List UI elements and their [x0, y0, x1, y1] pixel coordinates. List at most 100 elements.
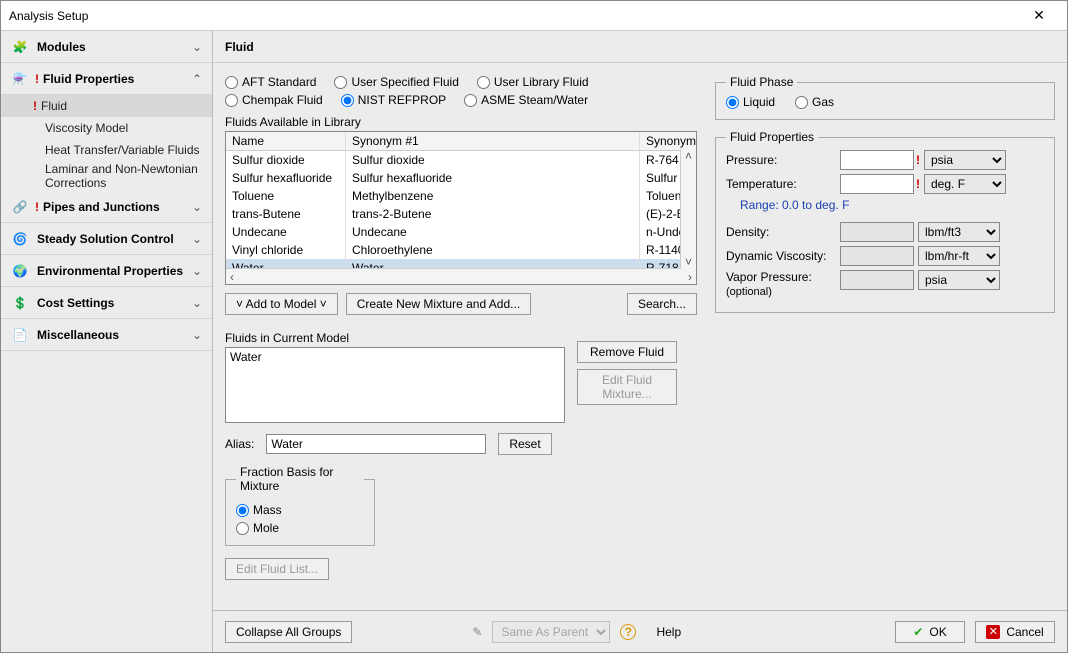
- col-syn2[interactable]: Synonym: [640, 132, 696, 150]
- radio-user-specified[interactable]: User Specified Fluid: [334, 75, 458, 89]
- search-button[interactable]: Search...: [627, 293, 697, 315]
- radio-mass[interactable]: Mass: [236, 503, 282, 517]
- viscosity-label: Dynamic Viscosity:: [726, 249, 836, 263]
- radio-user-library[interactable]: User Library Fluid: [477, 75, 589, 89]
- sidebar-item-fluid[interactable]: ! Fluid: [1, 95, 212, 117]
- col-syn1[interactable]: Synonym #1: [346, 132, 640, 150]
- collapse-all-button[interactable]: Collapse All Groups: [225, 621, 352, 643]
- table-row[interactable]: TolueneMethylbenzeneToluene: [226, 187, 696, 205]
- density-output: [840, 222, 914, 242]
- table-row[interactable]: trans-Butenetrans-2-Butene(E)-2-Bu: [226, 205, 696, 223]
- table-row[interactable]: Sulfur hexafluorideSulfur hexafluorideSu…: [226, 169, 696, 187]
- sidebar-item-heat[interactable]: Heat Transfer/Variable Fluids: [1, 139, 212, 161]
- chevron-up-icon: ⌃: [192, 72, 202, 86]
- globe-icon: 🌍: [11, 262, 29, 280]
- add-to-model-button[interactable]: ˅ Add to Model ˅: [225, 293, 338, 315]
- temperature-unit-select[interactable]: deg. F: [924, 174, 1006, 194]
- remove-fluid-button[interactable]: Remove Fluid: [577, 341, 677, 363]
- radio-label: Chempak Fluid: [242, 93, 323, 107]
- radio-gas[interactable]: Gas: [795, 95, 834, 109]
- col-name[interactable]: Name: [226, 132, 346, 150]
- cost-icon: 💲: [11, 294, 29, 312]
- density-label: Density:: [726, 225, 836, 239]
- edit-fluid-list-button: Edit Fluid List...: [225, 558, 329, 580]
- radio-label: NIST REFPROP: [358, 93, 446, 107]
- sidebar-item-viscosity[interactable]: Viscosity Model: [1, 117, 212, 139]
- viscosity-output: [840, 246, 914, 266]
- group-pipes[interactable]: 🔗 ! Pipes and Junctions ⌄: [1, 191, 212, 223]
- group-steady[interactable]: 🌀 Steady Solution Control ⌄: [1, 223, 212, 255]
- chevron-down-icon: ⌄: [192, 264, 202, 278]
- modules-icon: 🧩: [11, 38, 29, 56]
- group-label: Modules: [37, 40, 192, 54]
- pipes-icon: 🔗: [11, 198, 29, 216]
- table-row[interactable]: Sulfur dioxideSulfur dioxideR-764: [226, 151, 696, 169]
- radio-mole[interactable]: Mole: [236, 521, 279, 535]
- group-label: Environmental Properties: [37, 264, 192, 278]
- sidebar-item-label: Laminar and Non-Newtonian Corrections: [45, 162, 204, 191]
- alias-input[interactable]: [266, 434, 486, 454]
- chevron-down-icon: ⌄: [192, 296, 202, 310]
- radio-label: AFT Standard: [242, 75, 316, 89]
- radio-label: Liquid: [743, 95, 775, 109]
- current-list[interactable]: Water: [225, 347, 565, 423]
- group-env[interactable]: 🌍 Environmental Properties ⌄: [1, 255, 212, 287]
- create-mixture-button[interactable]: Create New Mixture and Add...: [346, 293, 531, 315]
- radio-nist-refprop[interactable]: NIST REFPROP: [341, 93, 446, 107]
- radio-label: Mole: [253, 521, 279, 535]
- radio-chempak[interactable]: Chempak Fluid: [225, 93, 323, 107]
- table-row[interactable]: UndecaneUndecanen-Undec: [226, 223, 696, 241]
- group-label: Cost Settings: [37, 296, 192, 310]
- density-unit-select[interactable]: lbm/ft3: [918, 222, 1000, 242]
- same-as-parent-select: Same As Parent: [492, 621, 610, 643]
- vapor-unit-select[interactable]: psia: [918, 270, 1000, 290]
- group-label: Miscellaneous: [37, 328, 192, 342]
- library-list[interactable]: Name Synonym #1 Synonym Sulfur dioxideSu…: [225, 131, 697, 285]
- radio-label: User Library Fluid: [494, 75, 589, 89]
- cancel-button[interactable]: ✕Cancel: [975, 621, 1055, 643]
- radio-label: ASME Steam/Water: [481, 93, 588, 107]
- sidebar-item-laminar[interactable]: Laminar and Non-Newtonian Corrections: [1, 161, 212, 191]
- pressure-input[interactable]: [840, 150, 914, 170]
- error-icon: !: [916, 153, 920, 167]
- vapor-output: [840, 270, 914, 290]
- chevron-down-icon: ⌄: [192, 200, 202, 214]
- group-cost[interactable]: 💲 Cost Settings ⌄: [1, 287, 212, 319]
- group-misc[interactable]: 📄 Miscellaneous ⌄: [1, 319, 212, 351]
- sidebar-item-label: Fluid: [41, 99, 67, 113]
- radio-asme-steam[interactable]: ASME Steam/Water: [464, 93, 588, 107]
- misc-icon: 📄: [11, 326, 29, 344]
- edit-icon: ✎: [472, 625, 482, 639]
- radio-aft-standard[interactable]: AFT Standard: [225, 75, 316, 89]
- group-label: Pipes and Junctions: [43, 200, 192, 214]
- temperature-input[interactable]: [840, 174, 914, 194]
- radio-label: User Specified Fluid: [351, 75, 458, 89]
- props-legend: Fluid Properties: [726, 130, 818, 144]
- current-item[interactable]: Water: [230, 350, 560, 364]
- steady-icon: 🌀: [11, 230, 29, 248]
- current-label: Fluids in Current Model: [225, 331, 565, 345]
- chevron-down-icon: ⌄: [192, 328, 202, 342]
- radio-liquid[interactable]: Liquid: [726, 95, 775, 109]
- close-icon[interactable]: ✕: [1019, 2, 1059, 30]
- flask-icon: ⚗️: [11, 70, 29, 88]
- hscrollbar[interactable]: ‹›: [226, 268, 696, 284]
- cancel-icon: ✕: [986, 625, 1000, 639]
- vscrollbar[interactable]: ˄˅: [680, 149, 696, 269]
- group-fluid-properties[interactable]: ⚗️ ! Fluid Properties ⌃: [1, 63, 212, 95]
- table-row[interactable]: WaterWaterR-718: [226, 259, 696, 268]
- group-modules[interactable]: 🧩 Modules ⌄: [1, 31, 212, 63]
- viscosity-unit-select[interactable]: lbm/hr-ft: [918, 246, 1000, 266]
- page-title: Fluid: [213, 31, 1067, 63]
- pressure-unit-select[interactable]: psia: [924, 150, 1006, 170]
- chevron-down-icon: ⌄: [192, 40, 202, 54]
- reset-alias-button[interactable]: Reset: [498, 433, 551, 455]
- check-icon: ✔: [913, 625, 923, 639]
- ok-button[interactable]: ✔OK: [895, 621, 965, 643]
- table-row[interactable]: Vinyl chlorideChloroethyleneR-1140: [226, 241, 696, 259]
- alias-label: Alias:: [225, 437, 254, 451]
- sidebar-item-label: Viscosity Model: [45, 121, 128, 135]
- vapor-label: Vapor Pressure: (optional): [726, 270, 836, 298]
- error-icon: !: [35, 200, 39, 214]
- help-button[interactable]: Help: [646, 622, 691, 642]
